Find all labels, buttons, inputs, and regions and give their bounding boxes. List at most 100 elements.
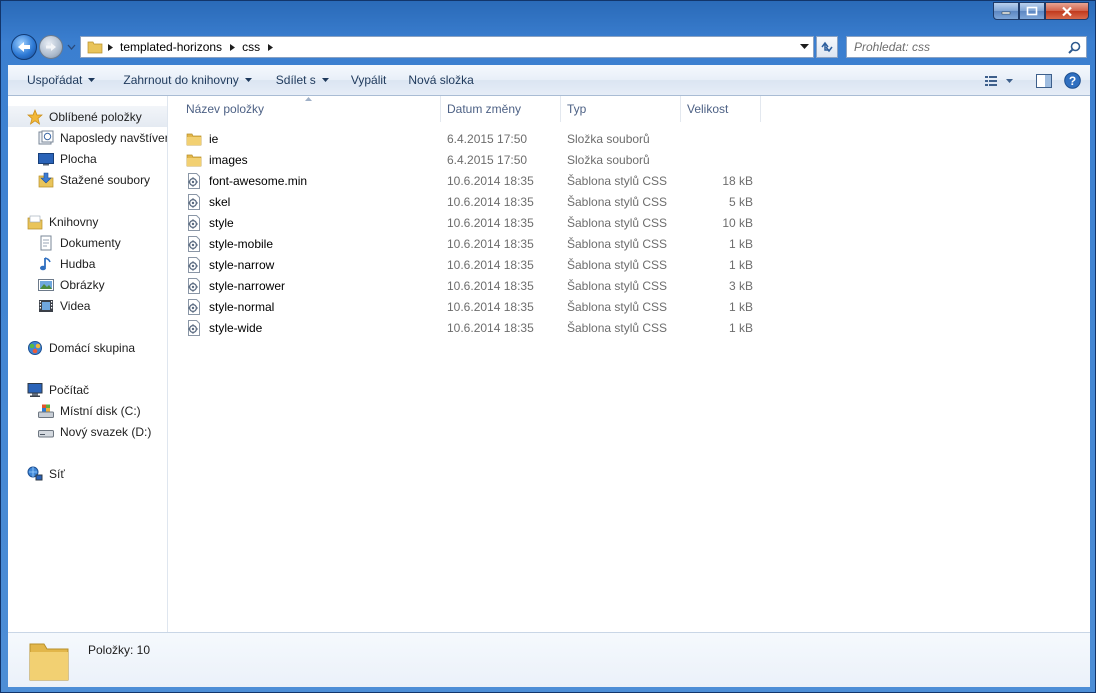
breadcrumb-label: templated-horizons [120,40,223,54]
preview-pane-button[interactable] [1030,65,1058,96]
search-icon[interactable] [1068,41,1081,54]
libraries-icon [27,214,43,230]
share-with-label: Sdílet s [275,73,316,87]
breadcrumb-templated-horizons[interactable]: templated-horizons [117,40,225,54]
burn-label: Vypálit [350,73,387,87]
nav-music[interactable]: Hudba [8,253,95,274]
nav-network[interactable]: Síť [8,463,65,484]
change-view-button[interactable] [980,65,1020,96]
help-button[interactable]: ? [1058,65,1086,96]
file-name: skel [209,194,231,209]
desktop-icon [38,151,54,167]
file-row-style-narrow[interactable]: style-narrow 10.6.2014 18:35 Šablona stylů… [168,254,768,275]
nav-homegroup[interactable]: Domácí skupina [8,337,135,358]
column-header-label: Velikost [687,102,729,116]
file-type: Složka souborů [567,152,650,167]
maximize-button[interactable] [1019,2,1045,20]
address-bar[interactable]: templated-horizons css [80,36,814,58]
file-type: Šablona stylů CSS [567,320,668,335]
file-row-style-normal[interactable]: style-normal 10.6.2014 18:35 Šablona stylů… [168,296,768,317]
nav-item-label: Videa [60,298,91,313]
file-row-skel[interactable]: skel 10.6.2014 18:35 Šablona stylů CSS 5 kB [168,191,768,212]
file-size: 1 kB [728,257,753,272]
nav-recent-places[interactable]: Naposledy navštíver [8,127,168,148]
column-header-date[interactable]: Datum změny [441,96,561,122]
downloads-icon [38,172,54,188]
nav-item-label: Hudba [60,256,96,271]
close-icon [1062,6,1072,16]
nav-documents[interactable]: Dokumenty [8,232,121,253]
nav-computer[interactable]: Počítač [8,379,89,400]
refresh-button[interactable] [816,36,838,58]
file-type: Složka souborů [567,131,650,146]
file-row-style-wide[interactable]: style-wide 10.6.2014 18:35 Šablona stylů C… [168,317,768,338]
file-name-cell: images [186,149,248,170]
refresh-icon [821,41,833,53]
forward-button[interactable] [39,35,63,59]
breadcrumb-separator-icon[interactable] [225,43,239,51]
new-folder-button[interactable]: Nová složka [399,65,482,95]
file-name: style-normal [209,299,275,314]
css-file-icon [186,277,202,294]
arrow-left-icon [18,42,30,52]
file-name-cell: skel [186,191,230,212]
file-name-cell: font-awesome.min [186,170,307,191]
address-history-dropdown-icon[interactable] [800,44,809,50]
nav-homegroup-label: Domácí skupina [49,340,136,355]
nav-desktop[interactable]: Plocha [8,148,97,169]
breadcrumb-separator-icon[interactable] [103,43,117,51]
close-button[interactable] [1045,2,1089,20]
file-row-style-mobile[interactable]: style-mobile 10.6.2014 18:35 Šablona stylů… [168,233,768,254]
file-row-ie[interactable]: ie 6.4.2015 17:50 Složka souborů [168,128,768,149]
file-type: Šablona stylů CSS [567,236,668,251]
item-count: Položky: 10 [88,643,151,657]
column-header-name[interactable]: Název položky [168,96,441,122]
column-header-label: Typ [567,102,587,116]
nav-item-label: Naposledy navštíver [60,130,168,145]
css-file-icon [186,235,202,252]
nav-volume-d[interactable]: Nový svazek (D:) [8,421,151,442]
caption-buttons [993,2,1089,21]
nav-downloads[interactable]: Stažené soubory [8,169,150,190]
file-size [687,128,753,149]
navigation-pane: Oblíbené položky Naposledy navštíver Plo… [8,96,168,632]
organize-label: Uspořádat [27,73,83,87]
css-file-icon [186,193,202,210]
search-box[interactable] [846,36,1087,58]
file-date: 10.6.2014 18:35 [447,278,534,293]
column-header-label: Název položky [186,102,265,116]
nav-item-label: Stažené soubory [60,172,151,187]
share-with-menu[interactable]: Sdílet s [267,65,338,95]
file-row-images[interactable]: images 6.4.2015 17:50 Složka souborů [168,149,768,170]
file-row-style-narrower[interactable]: style-narrower 10.6.2014 18:35 Šablona sty… [168,275,768,296]
breadcrumb-separator-icon[interactable] [263,43,277,51]
recent-pages-chevron-icon[interactable] [67,44,76,51]
file-row-style[interactable]: style 10.6.2014 18:35 Šablona stylů CSS 10 … [168,212,768,233]
search-input[interactable] [847,39,1066,55]
nav-libraries[interactable]: Knihovny [8,211,98,232]
breadcrumb-css[interactable]: css [239,40,263,54]
organize-menu[interactable]: Uspořádat [18,65,104,95]
view-icon [985,75,1013,86]
file-size: 10 kB [722,215,753,230]
folder-icon [29,643,69,681]
nav-videos[interactable]: Videa [8,295,90,316]
chevron-down-icon [321,78,329,82]
nav-pictures[interactable]: Obrázky [8,274,105,295]
command-bar-right: ? [980,65,1090,96]
pictures-icon [38,277,54,293]
burn-button[interactable]: Vypálit [342,65,396,95]
nav-local-disk-c[interactable]: Místní disk (C:) [8,400,141,421]
file-date: 10.6.2014 18:35 [447,257,534,272]
nav-item-label: Plocha [60,151,97,166]
file-type: Šablona stylů CSS [567,173,668,188]
back-button[interactable] [11,34,37,60]
nav-item-label: Nový svazek (D:) [60,424,152,439]
include-in-library-menu[interactable]: Zahrnout do knihovny [114,65,260,95]
column-header-type[interactable]: Typ [561,96,681,122]
nav-favorites[interactable]: Oblíbené položky [8,106,167,127]
file-name-cell: ie [186,128,218,149]
minimize-button[interactable] [993,2,1019,20]
column-header-size[interactable]: Velikost [681,96,761,122]
file-row-font-awesome.min[interactable]: font-awesome.min 10.6.2014 18:35 Šablona s… [168,170,768,191]
